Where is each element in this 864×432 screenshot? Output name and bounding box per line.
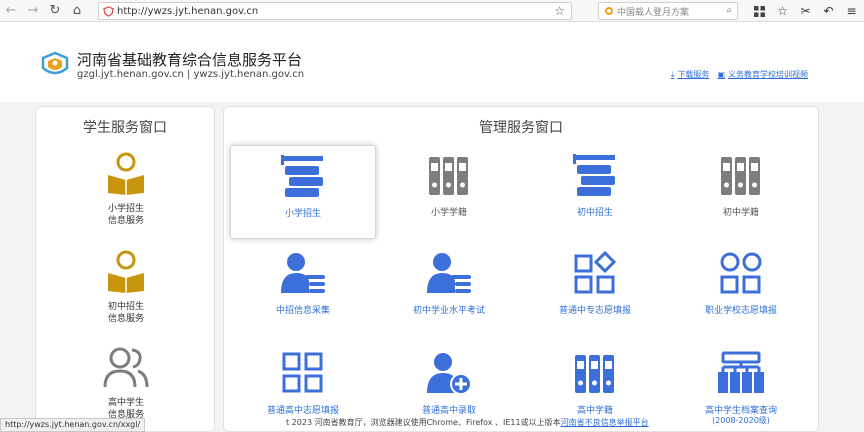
tile-label: 普通高中录取 <box>421 406 476 416</box>
training-video-label: 义务教育学校培训视频 <box>728 70 808 79</box>
forward-icon[interactable]: → <box>22 0 44 22</box>
users-outline-icon <box>103 347 149 388</box>
undo-icon[interactable]: ↶ <box>817 0 840 22</box>
junior-enrollment-info-service[interactable]: 初中招生 信息服务 <box>36 249 216 325</box>
tile-academic-level-exam[interactable]: 初中学业水平考试 <box>376 243 522 337</box>
favorites-icon[interactable]: ☆ <box>771 0 794 22</box>
student-service-panel: 学生服务窗口 小学招生 信息服务 初中招生 信息服务 高中学生 信息服务 <box>35 106 215 432</box>
tile-high-school-archive-query[interactable]: 高中学生档案查询 (2008-2020级) <box>668 343 814 432</box>
bookmark-star-icon[interactable]: ☆ <box>554 4 565 18</box>
search-placeholder: 中国载人登月方案 <box>617 7 690 18</box>
video-icon: ▣ <box>717 70 725 79</box>
binders-icon <box>575 355 614 393</box>
toolbar-right: ☆ ✂ ↶ ≡ <box>748 0 863 22</box>
binders-icon <box>429 157 468 195</box>
graduation-books-icon <box>281 155 323 197</box>
tile-technical-school-application[interactable]: 普通中专志愿填报 <box>522 243 668 337</box>
student-panel-title: 学生服务窗口 <box>83 120 167 136</box>
item-label-line2: 信息服务 <box>107 314 144 324</box>
status-bar-url: http://ywzs.jyt.henan.gov.cn/xxgl/ <box>0 418 146 432</box>
tile-label: 高中学籍 <box>576 406 613 416</box>
site-logo-icon <box>40 50 70 80</box>
tile-label: 职业学校志愿填报 <box>704 306 777 316</box>
admin-panel-title: 管理服务窗口 <box>479 120 563 136</box>
tile-exam-info-collection[interactable]: 中招信息采集 <box>230 243 376 337</box>
tile-label: 普通中专志愿填报 <box>558 306 631 316</box>
tile-primary-enrollment[interactable]: 小学招生 <box>230 145 376 239</box>
item-label-line1: 小学招生 <box>107 204 144 214</box>
archive-org-chart-icon <box>718 351 764 393</box>
admin-service-panel: 管理服务窗口 小学招生 小学学籍 初中招生 初中学籍 中招信息采集 初中学业水平… <box>223 106 819 432</box>
browser-search-box[interactable]: 中国载人登月方案 ⌕ <box>598 2 738 20</box>
tile-label: 普通高中志愿填报 <box>266 406 339 416</box>
download-service-link[interactable]: ⤓ 下载服务 <box>671 69 710 80</box>
user-add-icon <box>427 353 472 395</box>
back-icon[interactable]: ← <box>0 0 22 22</box>
grid-squares-icon <box>282 352 323 393</box>
tile-label: 中招信息采集 <box>275 306 330 316</box>
search-icon[interactable]: ⌕ <box>726 5 732 16</box>
download-icon: ⤓ <box>670 69 675 79</box>
tile-label: 小学招生 <box>284 209 321 219</box>
tile-label: 初中学籍 <box>722 208 759 218</box>
screenshot-scissors-icon[interactable]: ✂ <box>794 0 817 22</box>
footer-text: t 2023 河南省教育厅，浏览器建议使用Chrome、Firefox 、IE1… <box>286 418 561 427</box>
user-list-icon <box>281 253 325 293</box>
site-domains: gzgl.jyt.henan.gov.cn | ywzs.jyt.henan.g… <box>77 69 305 80</box>
graduation-books-icon <box>573 154 615 196</box>
primary-enrollment-info-service[interactable]: 小学招生 信息服务 <box>36 151 216 227</box>
tile-sublabel: (2008-2020级) <box>712 416 770 425</box>
item-label-line2: 信息服务 <box>107 216 144 226</box>
binders-icon <box>721 157 760 195</box>
site-header: 河南省基础教育综合信息服务平台 gzgl.jyt.henan.gov.cn | … <box>0 22 864 102</box>
tile-label: 初中招生 <box>576 208 613 218</box>
training-video-link[interactable]: ▣ 义务教育学校培训视频 <box>717 69 808 80</box>
reload-icon[interactable]: ↻ <box>44 0 66 22</box>
grid-circles-icon <box>720 252 762 294</box>
home-icon[interactable]: ⌂ <box>66 0 88 22</box>
tile-label: 小学学籍 <box>430 208 467 218</box>
download-service-label: 下载服务 <box>677 70 710 79</box>
grid-diamond-icon <box>574 251 617 294</box>
tile-label: 初中学业水平考试 <box>412 306 485 316</box>
tile-primary-registry[interactable]: 小学学籍 <box>376 145 522 239</box>
student-reading-icon <box>108 152 144 195</box>
apps-grid-icon[interactable] <box>748 0 771 22</box>
security-shield-icon <box>99 5 117 17</box>
item-label-line1: 高中学生 <box>107 398 144 408</box>
high-school-student-info-service[interactable]: 高中学生 信息服务 <box>36 345 216 421</box>
student-reading-icon <box>108 250 144 293</box>
page-footer: t 2023 河南省教育厅，浏览器建议使用Chrome、Firefox 、IE1… <box>286 417 649 428</box>
tile-junior-enrollment[interactable]: 初中招生 <box>522 145 668 239</box>
site-title: 河南省基础教育综合信息服务平台 <box>77 51 303 69</box>
menu-icon[interactable]: ≡ <box>840 0 863 22</box>
address-bar[interactable]: http://ywzs.jyt.henan.gov.cn ☆ <box>98 2 572 20</box>
header-links: ⤓ 下载服务 ▣ 义务教育学校培训视频 <box>671 69 808 80</box>
user-list-icon <box>427 253 471 293</box>
report-platform-link[interactable]: 河南省不良信息举报平台 <box>561 418 649 427</box>
url-text: http://ywzs.jyt.henan.gov.cn <box>117 5 259 17</box>
item-label-line1: 初中招生 <box>107 302 144 312</box>
tile-vocational-school-application[interactable]: 职业学校志愿填报 <box>668 243 814 337</box>
search-engine-icon <box>605 7 613 15</box>
tile-junior-registry[interactable]: 初中学籍 <box>668 145 814 239</box>
